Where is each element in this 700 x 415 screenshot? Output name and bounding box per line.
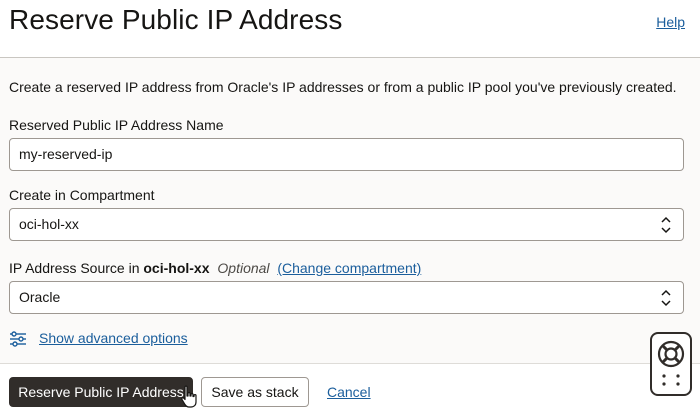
ip-source-value: Oracle (19, 289, 61, 305)
form-description: Create a reserved IP address from Oracle… (9, 79, 677, 95)
ip-name-value: my-reserved-ip (19, 146, 113, 162)
compartment-select[interactable]: oci-hol-xx (9, 208, 684, 241)
source-label-prefix: IP Address Source in (9, 260, 140, 276)
name-label: Reserved Public IP Address Name (9, 117, 224, 133)
compartment-value: oci-hol-xx (19, 216, 79, 232)
help-link[interactable]: Help (656, 14, 685, 30)
compartment-label: Create in Compartment (9, 187, 155, 203)
hand-cursor-icon (181, 385, 197, 408)
action-bar: Reserve Public IP Address Save as stack … (0, 363, 700, 415)
form-body: Create a reserved IP address from Oracle… (0, 58, 700, 363)
panel-header: Reserve Public IP Address Help (0, 0, 700, 58)
updown-chevron-icon (661, 216, 671, 234)
updown-chevron-icon (661, 289, 671, 307)
save-as-stack-button[interactable]: Save as stack (201, 377, 309, 407)
ip-name-input[interactable]: my-reserved-ip (9, 138, 684, 171)
source-compartment-name: oci-hol-xx (143, 260, 210, 276)
source-label: IP Address Source in oci-hol-xx Optional… (9, 260, 421, 276)
optional-tag: Optional (217, 260, 270, 276)
ip-source-select[interactable]: Oracle (9, 281, 684, 314)
advanced-options-link[interactable]: Show advanced options (39, 330, 188, 346)
page-title: Reserve Public IP Address (9, 4, 343, 35)
reserve-ip-button[interactable]: Reserve Public IP Address (9, 377, 193, 407)
cancel-link[interactable]: Cancel (327, 384, 371, 400)
help-widget[interactable] (650, 332, 692, 396)
sliders-icon (10, 331, 26, 347)
change-compartment-link[interactable]: (Change compartment) (277, 260, 421, 276)
lifebuoy-icon (657, 340, 685, 386)
